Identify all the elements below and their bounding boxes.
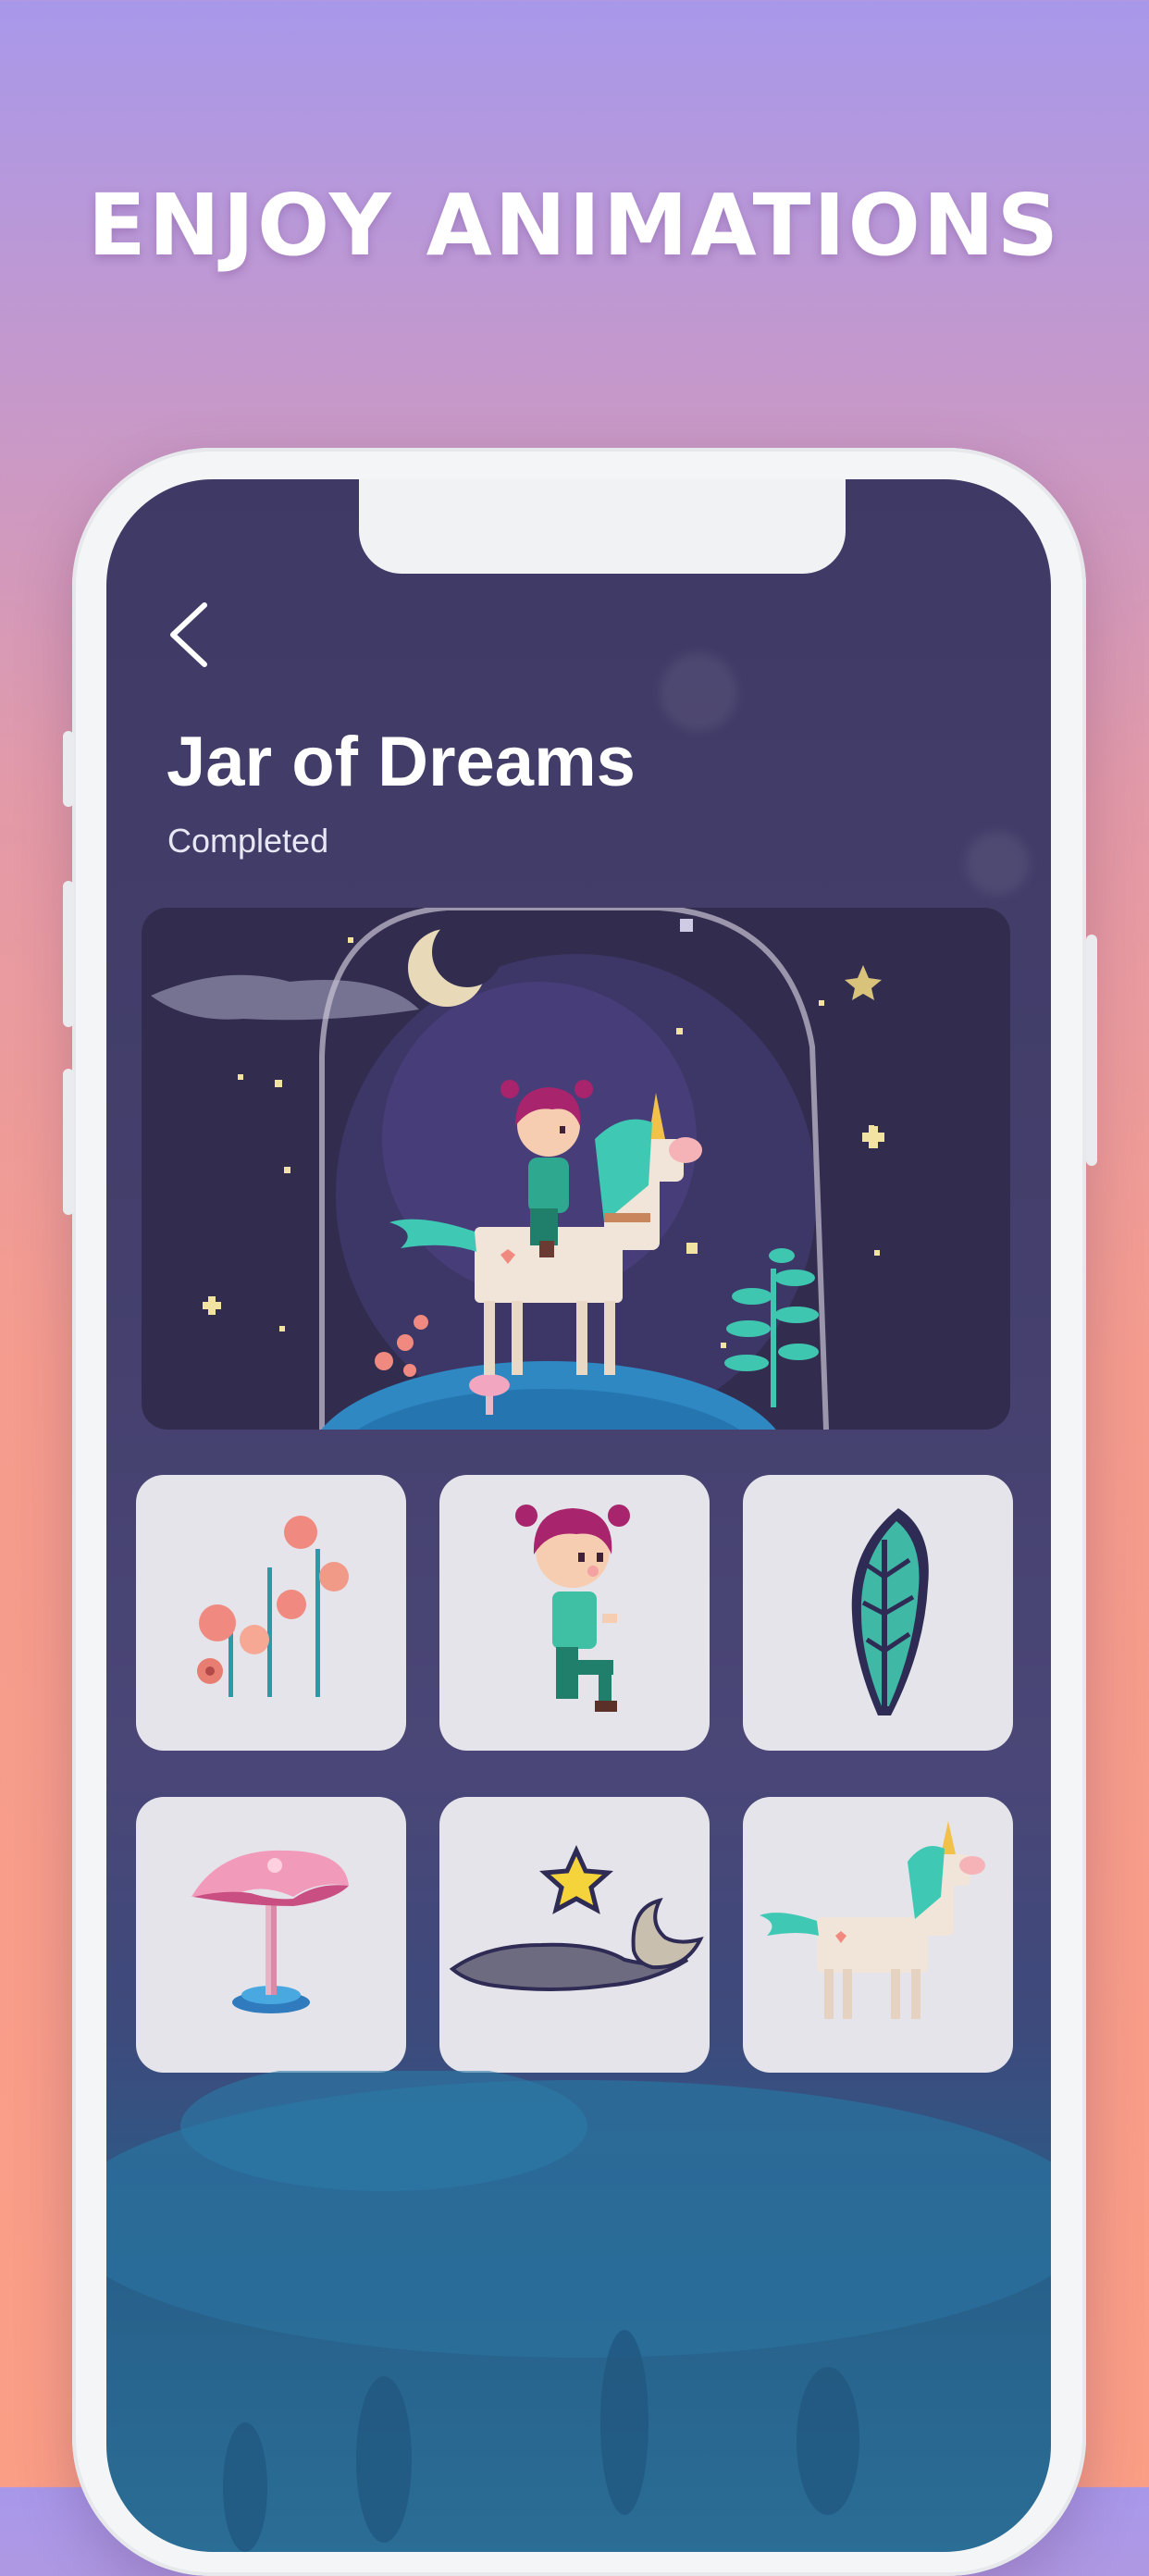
piece-tile-star-cloud-moon[interactable] xyxy=(439,1797,710,2073)
pixel-fern-leaf-icon xyxy=(851,1508,929,1715)
hero-artwork[interactable] xyxy=(142,908,1010,1430)
piece-tile-mushroom[interactable] xyxy=(136,1797,406,2073)
blurred-foliage xyxy=(106,2071,1051,2552)
page-title: Jar of Dreams xyxy=(167,723,636,801)
app-screen: Jar of Dreams Completed xyxy=(106,479,1051,2552)
phone-mute-switch xyxy=(63,731,74,807)
pixel-art-scene xyxy=(142,908,1010,1430)
piece-tile-flowers[interactable] xyxy=(136,1475,406,1751)
phone-volume-down xyxy=(63,1069,74,1215)
pixel-flowers-icon xyxy=(197,1516,349,1697)
pixel-mushroom-icon xyxy=(192,1850,349,2013)
phone-notch xyxy=(359,479,846,574)
pixel-star-cloud-moon-icon xyxy=(449,1844,704,1991)
bokeh-light xyxy=(660,653,737,731)
piece-tile-girl[interactable] xyxy=(439,1475,710,1751)
back-button[interactable] xyxy=(162,598,221,672)
phone-power-button xyxy=(1086,935,1097,1166)
phone-volume-up xyxy=(63,881,74,1027)
chevron-left-icon xyxy=(170,602,207,667)
pixel-unicorn-icon xyxy=(760,1821,985,2019)
bokeh-light xyxy=(965,831,1030,896)
piece-tile-fern[interactable] xyxy=(743,1475,1013,1751)
pixel-girl-icon xyxy=(515,1505,630,1712)
star-icon xyxy=(538,1844,614,1914)
status-label: Completed xyxy=(167,822,329,860)
marketing-headline: ENJOY ANIMATIONS xyxy=(87,176,1062,275)
piece-tile-unicorn[interactable] xyxy=(743,1797,1013,2073)
